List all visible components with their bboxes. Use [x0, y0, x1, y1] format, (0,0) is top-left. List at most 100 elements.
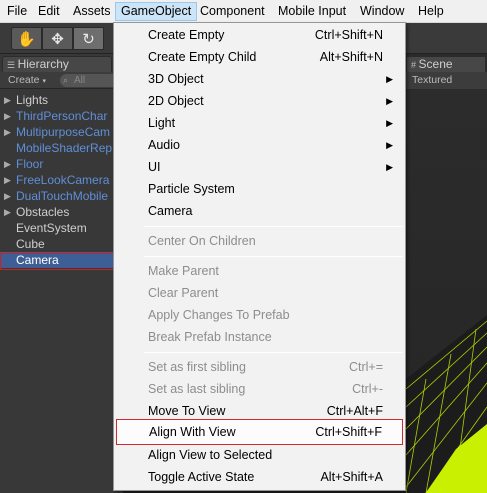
chevron-down-icon: ▾ [42, 78, 46, 85]
menu-item-label: Toggle Active State [148, 470, 255, 484]
menu-item-create-empty[interactable]: Create Empty Ctrl+Shift+N [116, 24, 403, 46]
menu-item-apply-changes-to-prefab: Apply Changes To Prefab [116, 304, 403, 326]
hierarchy-item[interactable]: MobileShaderRep [0, 140, 124, 156]
menu-item-light[interactable]: Light ▶ [116, 112, 403, 134]
menu-item-label: Clear Parent [148, 286, 219, 300]
menu-help[interactable]: Help [413, 2, 449, 21]
expand-arrow-icon[interactable]: ▶ [4, 92, 11, 108]
hierarchy-item[interactable]: ▶ FreeLookCamera [0, 172, 124, 188]
hierarchy-item[interactable]: ▶ DualTouchMobile [0, 188, 124, 204]
search-placeholder: All [74, 75, 86, 86]
menu-assets[interactable]: Assets [68, 2, 116, 21]
menu-separator [144, 226, 403, 227]
menu-item-particle-system[interactable]: Particle System [116, 178, 403, 200]
menu-edit[interactable]: Edit [33, 2, 65, 21]
hierarchy-item[interactable]: EventSystem [0, 220, 124, 236]
menu-file[interactable]: File [2, 2, 32, 21]
menu-item-label: Particle System [148, 182, 235, 196]
gameobject-dropdown-menu: Create Empty Ctrl+Shift+N Create Empty Ch… [113, 22, 406, 491]
hierarchy-item[interactable]: ▶ Lights [0, 92, 124, 108]
create-dropdown[interactable]: Create ▾ [8, 74, 46, 87]
menu-item-label: Make Parent [148, 264, 219, 278]
menu-item-label: 2D Object [148, 94, 204, 108]
menu-item-shortcut: Ctrl+- [352, 382, 383, 396]
menu-item-label: UI [148, 160, 161, 174]
hierarchy-item[interactable]: ▶ Obstacles [0, 204, 124, 220]
hierarchy-toolbar: Create ▾ ⌕ All [0, 72, 124, 89]
submenu-arrow-icon: ▶ [386, 162, 393, 172]
rotate-tool-button[interactable]: ↻ [73, 27, 104, 50]
menu-item-shortcut: Ctrl+= [348, 360, 383, 374]
submenu-arrow-icon: ▶ [386, 74, 393, 84]
expand-arrow-icon[interactable]: ▶ [4, 204, 11, 220]
hierarchy-item-label: ThirdPersonChar [16, 109, 108, 123]
menu-item-make-parent: Make Parent [116, 260, 403, 282]
tab-hierarchy[interactable]: ☰ Hierarchy [2, 56, 112, 72]
hand-tool-button[interactable]: ✋ [11, 27, 42, 50]
scene-viewport[interactable] [406, 89, 487, 493]
menu-window[interactable]: Window [355, 2, 409, 21]
menu-item-camera[interactable]: Camera [116, 200, 403, 222]
menu-item-shortcut: Ctrl+Shift+F [315, 425, 382, 439]
menu-item-2d-object[interactable]: 2D Object ▶ [116, 90, 403, 112]
menu-item-align-view-to-selected[interactable]: Align View to Selected [116, 444, 403, 466]
hierarchy-item[interactable]: ▶ MultipurposeCam [0, 124, 124, 140]
menu-item-label: Create Empty [148, 28, 225, 42]
move-tool-button[interactable]: ✥ [42, 27, 73, 50]
menu-item-shortcut: Alt+Shift+A [320, 470, 383, 484]
menu-item-ui[interactable]: UI ▶ [116, 156, 403, 178]
menu-item-label: Center On Children [148, 234, 256, 248]
list-icon: ☰ [7, 60, 18, 70]
scene-mode-dropdown[interactable]: Textured [406, 72, 487, 89]
menu-mobile-input[interactable]: Mobile Input [273, 2, 351, 21]
hierarchy-item-label: EventSystem [16, 221, 87, 235]
hierarchy-item-label: Lights [16, 93, 49, 107]
hierarchy-item[interactable]: ▶ ThirdPersonChar [0, 108, 124, 124]
menu-component[interactable]: Component [195, 2, 270, 21]
menu-item-label: Apply Changes To Prefab [148, 308, 290, 322]
menu-item-3d-object[interactable]: 3D Object ▶ [116, 68, 403, 90]
hierarchy-item-label: Floor [16, 157, 44, 171]
move-icon: ✥ [51, 30, 64, 48]
menu-gameobject[interactable]: GameObject [115, 2, 198, 21]
menu-item-label: Set as first sibling [148, 360, 246, 374]
tab-scene[interactable]: # Scene [406, 56, 486, 72]
menu-item-label: Create Empty Child [148, 50, 257, 64]
hierarchy-item-label: Obstacles [16, 205, 70, 219]
expand-arrow-icon[interactable]: ▶ [4, 108, 11, 124]
submenu-arrow-icon: ▶ [386, 140, 393, 150]
submenu-arrow-icon: ▶ [386, 118, 393, 128]
expand-arrow-icon[interactable]: ▶ [4, 172, 11, 188]
menu-item-center-on-children: Center On Children [116, 230, 403, 252]
expand-arrow-icon[interactable]: ▶ [4, 188, 11, 204]
hierarchy-item[interactable]: Cube [0, 236, 124, 252]
menu-item-label: Align With View [149, 425, 236, 439]
hierarchy-search-input[interactable]: ⌕ All [60, 74, 120, 87]
menu-item-shortcut: Ctrl+Shift+N [314, 28, 383, 42]
menu-item-label: Break Prefab Instance [148, 330, 272, 344]
menu-item-shortcut: Alt+Shift+N [319, 50, 383, 64]
expand-arrow-icon[interactable]: ▶ [4, 156, 11, 172]
scene-grid-floor [406, 315, 487, 493]
hierarchy-panel: ☰ Hierarchy Create ▾ ⌕ All ▶ Lights ▶ Thir… [0, 54, 124, 493]
menu-item-create-empty-child[interactable]: Create Empty Child Alt+Shift+N [116, 46, 403, 68]
menu-item-set-as-last-sibling: Set as last sibling Ctrl+- [116, 378, 403, 400]
scene-mode-label: Textured [412, 74, 453, 86]
transform-tools: ✋ ✥ ↻ [11, 27, 104, 50]
menu-item-break-prefab-instance: Break Prefab Instance [116, 326, 403, 348]
search-icon: ⌕ [63, 75, 69, 85]
expand-arrow-icon[interactable]: ▶ [4, 124, 11, 140]
hierarchy-item-label: DualTouchMobile [16, 189, 109, 203]
menu-item-label: Camera [148, 204, 193, 218]
scene-panel: # Scene Textured [406, 54, 487, 493]
hierarchy-item-label: MobileShaderRep [16, 141, 113, 155]
menu-item-clear-parent: Clear Parent [116, 282, 403, 304]
scene-tab-label: Scene [418, 57, 453, 71]
menu-item-audio[interactable]: Audio ▶ [116, 134, 403, 156]
menu-item-align-with-view[interactable]: Align With View Ctrl+Shift+F [116, 419, 403, 445]
hierarchy-item-label: Cube [16, 237, 45, 251]
menu-item-label: Set as last sibling [148, 382, 246, 396]
menu-item-toggle-active-state[interactable]: Toggle Active State Alt+Shift+A [116, 466, 403, 488]
hierarchy-item[interactable]: ▶ Floor [0, 156, 124, 172]
menu-item-label: 3D Object [148, 72, 204, 86]
